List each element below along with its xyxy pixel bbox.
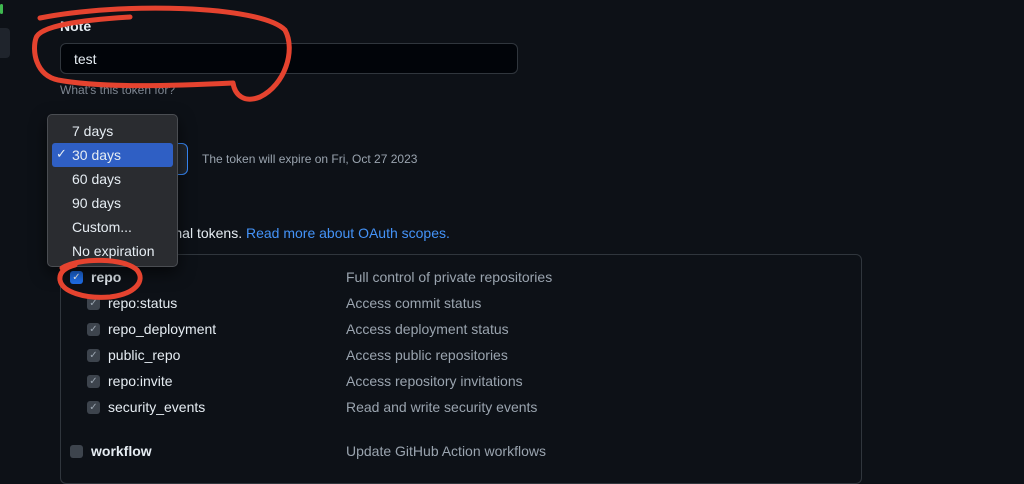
scope-description: Access deployment status [346, 321, 509, 337]
scope-name: repo:status [108, 295, 178, 311]
scope-description: Read and write security events [346, 399, 538, 415]
expiration-option-60-days[interactable]: 60 days [52, 167, 173, 191]
note-input[interactable] [60, 43, 518, 74]
scopes-list: ✓ repo Full control of private repositor… [60, 254, 862, 484]
status-indicator [0, 4, 3, 14]
public-repo-checkbox[interactable]: ✓ [87, 349, 100, 362]
expiration-option-90-days[interactable]: 90 days [52, 191, 173, 215]
option-label: Custom... [72, 219, 132, 235]
scope-name: security_events [108, 399, 206, 415]
expiration-option-7-days[interactable]: 7 days [52, 119, 173, 143]
repo-invite-checkbox[interactable]: ✓ [87, 375, 100, 388]
option-label: 7 days [72, 123, 114, 139]
workflow-checkbox[interactable] [70, 445, 83, 458]
option-label: 30 days [72, 147, 122, 163]
scope-name: public_repo [108, 347, 181, 363]
scope-description: Access repository invitations [346, 373, 523, 389]
sidebar-edge [0, 28, 10, 58]
expiration-option-30-days[interactable]: ✓ 30 days [52, 143, 173, 167]
repo-status-checkbox[interactable]: ✓ [87, 297, 100, 310]
oauth-scopes-link[interactable]: Read more about OAuth scopes. [246, 225, 450, 241]
expiration-message: The token will expire on Fri, Oct 27 202… [202, 152, 418, 166]
scope-name: repo [91, 269, 122, 285]
repo-checkbox[interactable]: ✓ [70, 271, 83, 284]
expiration-dropdown-menu: 7 days ✓ 30 days 60 days 90 days Custom.… [47, 114, 178, 267]
scope-description: Full control of private repositories [346, 269, 553, 285]
scope-name: repo_deployment [108, 321, 217, 337]
scope-description: Access commit status [346, 295, 482, 311]
checkmark-icon: ✓ [56, 146, 67, 161]
scope-name: repo:invite [108, 373, 173, 389]
repo-deployment-checkbox[interactable]: ✓ [87, 323, 100, 336]
security-events-checkbox[interactable]: ✓ [87, 401, 100, 414]
option-label: 90 days [72, 195, 122, 211]
note-hint: What's this token for? [60, 83, 176, 97]
option-label: 60 days [72, 171, 122, 187]
expiration-option-custom[interactable]: Custom... [52, 215, 173, 239]
scope-description: Access public repositories [346, 347, 508, 363]
note-label: Note [60, 18, 92, 34]
expiration-option-no-expiration[interactable]: No expiration [52, 239, 173, 263]
option-label: No expiration [72, 243, 155, 259]
